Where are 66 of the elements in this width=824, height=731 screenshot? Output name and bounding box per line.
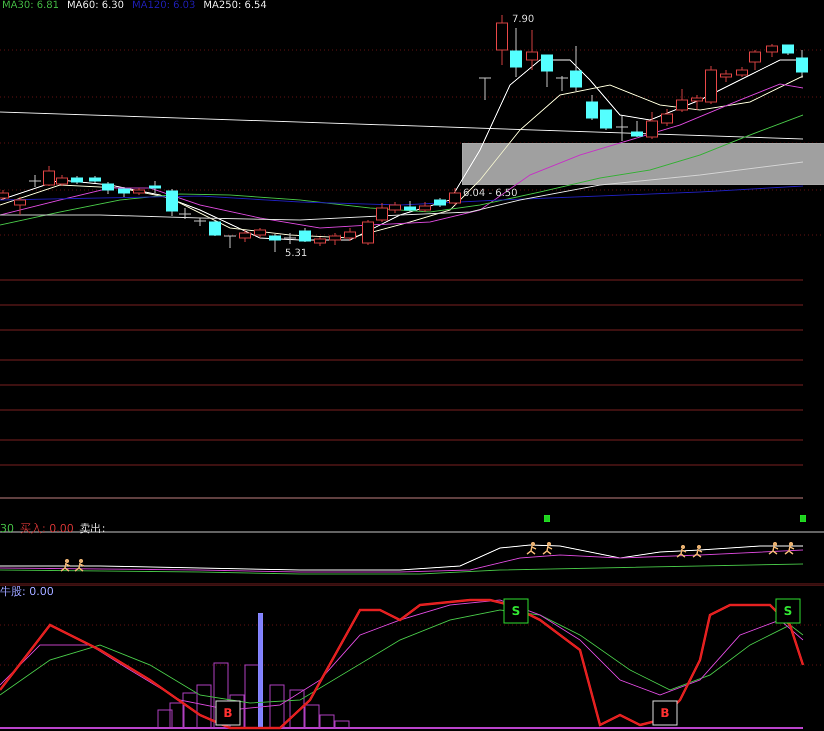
- runner-icon: [60, 559, 71, 572]
- indicator-label: 买入: 0.00: [20, 522, 74, 535]
- runner-icon: [768, 542, 779, 555]
- candlestick: [344, 228, 356, 242]
- candlestick: [71, 176, 83, 184]
- candlestick: [705, 66, 717, 104]
- runner-icon: [74, 559, 85, 572]
- candlestick: [209, 220, 221, 236]
- moving-average-legend: MA250: 6.54: [203, 0, 267, 12]
- candlestick: [118, 186, 130, 198]
- buy-signal: B: [652, 700, 678, 726]
- candlestick: [434, 198, 446, 208]
- candlestick: [284, 232, 296, 244]
- signal-marker: [800, 515, 806, 522]
- candlestick: [541, 54, 553, 88]
- indicator-label: 30: [0, 522, 14, 535]
- moving-average-legend: MA30: 6.81: [2, 0, 60, 12]
- candlestick: [691, 94, 703, 110]
- candlestick: [194, 218, 206, 226]
- candlestick: [496, 14, 508, 66]
- candlestick: [149, 180, 161, 194]
- runner-icon: [784, 542, 795, 555]
- candlestick: [133, 188, 145, 196]
- moving-average-legend: MA60: 6.30: [67, 0, 124, 12]
- candlestick: [299, 228, 311, 242]
- candlestick: [782, 44, 794, 56]
- candlestick: [766, 44, 778, 58]
- candlestick: [631, 120, 643, 138]
- high-price-label: 7.90: [512, 14, 534, 25]
- candlestick: [616, 116, 628, 142]
- candlestick: [586, 94, 598, 120]
- candlestick: [419, 202, 431, 212]
- signal-marker: [544, 515, 550, 522]
- candlestick: [600, 110, 612, 130]
- candlestick: [556, 76, 568, 92]
- candlestick: [526, 30, 538, 70]
- candlestick: [314, 236, 326, 246]
- candlestick: [269, 234, 281, 252]
- candlestick: [28, 174, 42, 188]
- candlestick: [254, 228, 266, 238]
- runner-icon: [542, 542, 553, 555]
- candlestick: [404, 200, 416, 212]
- candlestick: [661, 108, 673, 126]
- low-price-label: 5.31: [285, 248, 308, 259]
- candlestick: [796, 50, 808, 78]
- sell-signal: S: [504, 598, 528, 624]
- runner-icon: [676, 545, 687, 558]
- candlestick: [239, 230, 251, 242]
- candlestick: [676, 88, 688, 112]
- candlestick: [646, 112, 658, 140]
- indicator-label: 卖出:: [80, 522, 106, 535]
- candlestick: [329, 232, 341, 246]
- candlestick: [570, 46, 582, 92]
- runner-icon: [692, 545, 703, 558]
- moving-average-legend: MA120: 6.03: [132, 0, 196, 12]
- buy-signal: B: [216, 700, 240, 726]
- candlestick: [224, 236, 236, 248]
- oscillator-label: 牛股: 0.00: [0, 585, 54, 598]
- candlestick: [510, 28, 522, 78]
- sell-signal: S: [776, 598, 800, 624]
- candlestick: [720, 70, 732, 82]
- candlestick: [478, 78, 492, 100]
- runner-icon: [526, 542, 537, 555]
- candlestick: [362, 220, 374, 246]
- candlestick: [14, 196, 26, 216]
- candlestick: [449, 188, 461, 206]
